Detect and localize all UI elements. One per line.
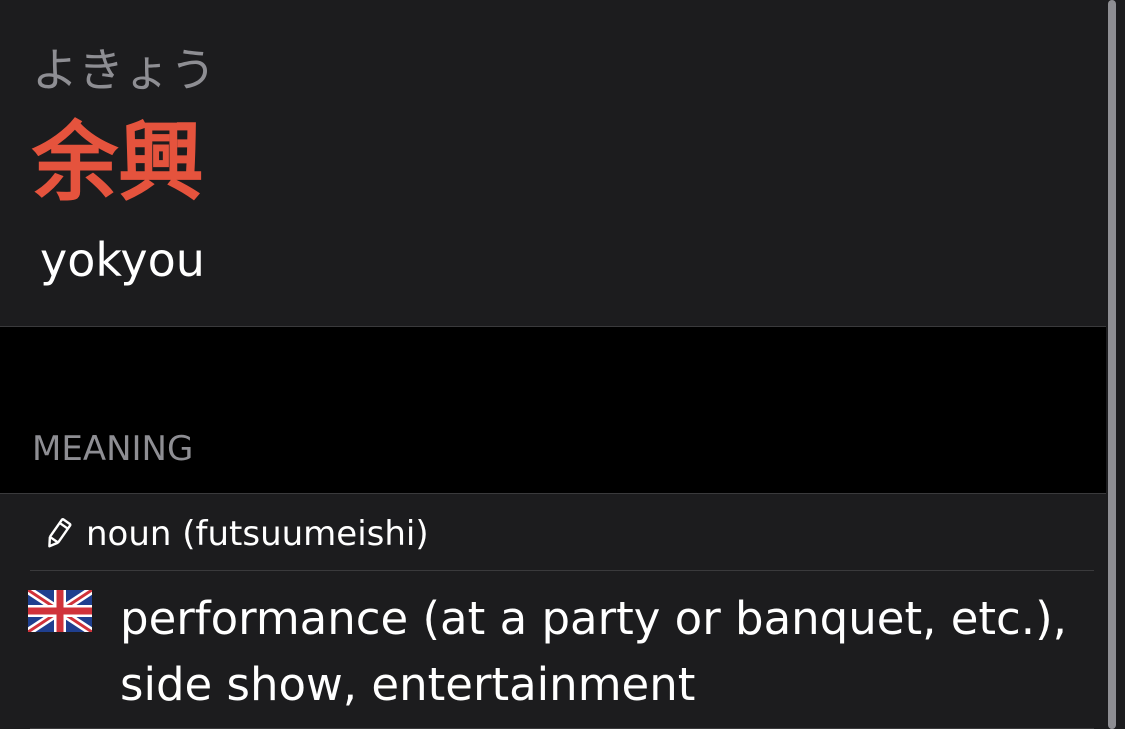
meaning-section-header: MEANING — [32, 429, 194, 469]
part-of-speech-label: noun (futsuumeishi) — [86, 514, 429, 554]
row-divider — [30, 570, 1094, 571]
kana-reading: よきょう — [32, 43, 216, 97]
english-definition: performance (at a party or banquet, etc.… — [120, 592, 1067, 711]
dictionary-entry-page: よきょう 余興 yokyou MEANING noun (futsuumeish… — [0, 0, 1125, 729]
uk-flag-icon — [28, 590, 92, 632]
romaji-reading: yokyou — [40, 233, 205, 287]
kanji-headword: 余興 — [32, 113, 204, 213]
entry-header-card: よきょう 余興 yokyou — [0, 0, 1106, 327]
part-of-speech-row: noun (futsuumeishi) — [40, 510, 429, 558]
pencil-icon — [48, 518, 72, 548]
scrollbar-thumb[interactable] — [1108, 0, 1116, 729]
